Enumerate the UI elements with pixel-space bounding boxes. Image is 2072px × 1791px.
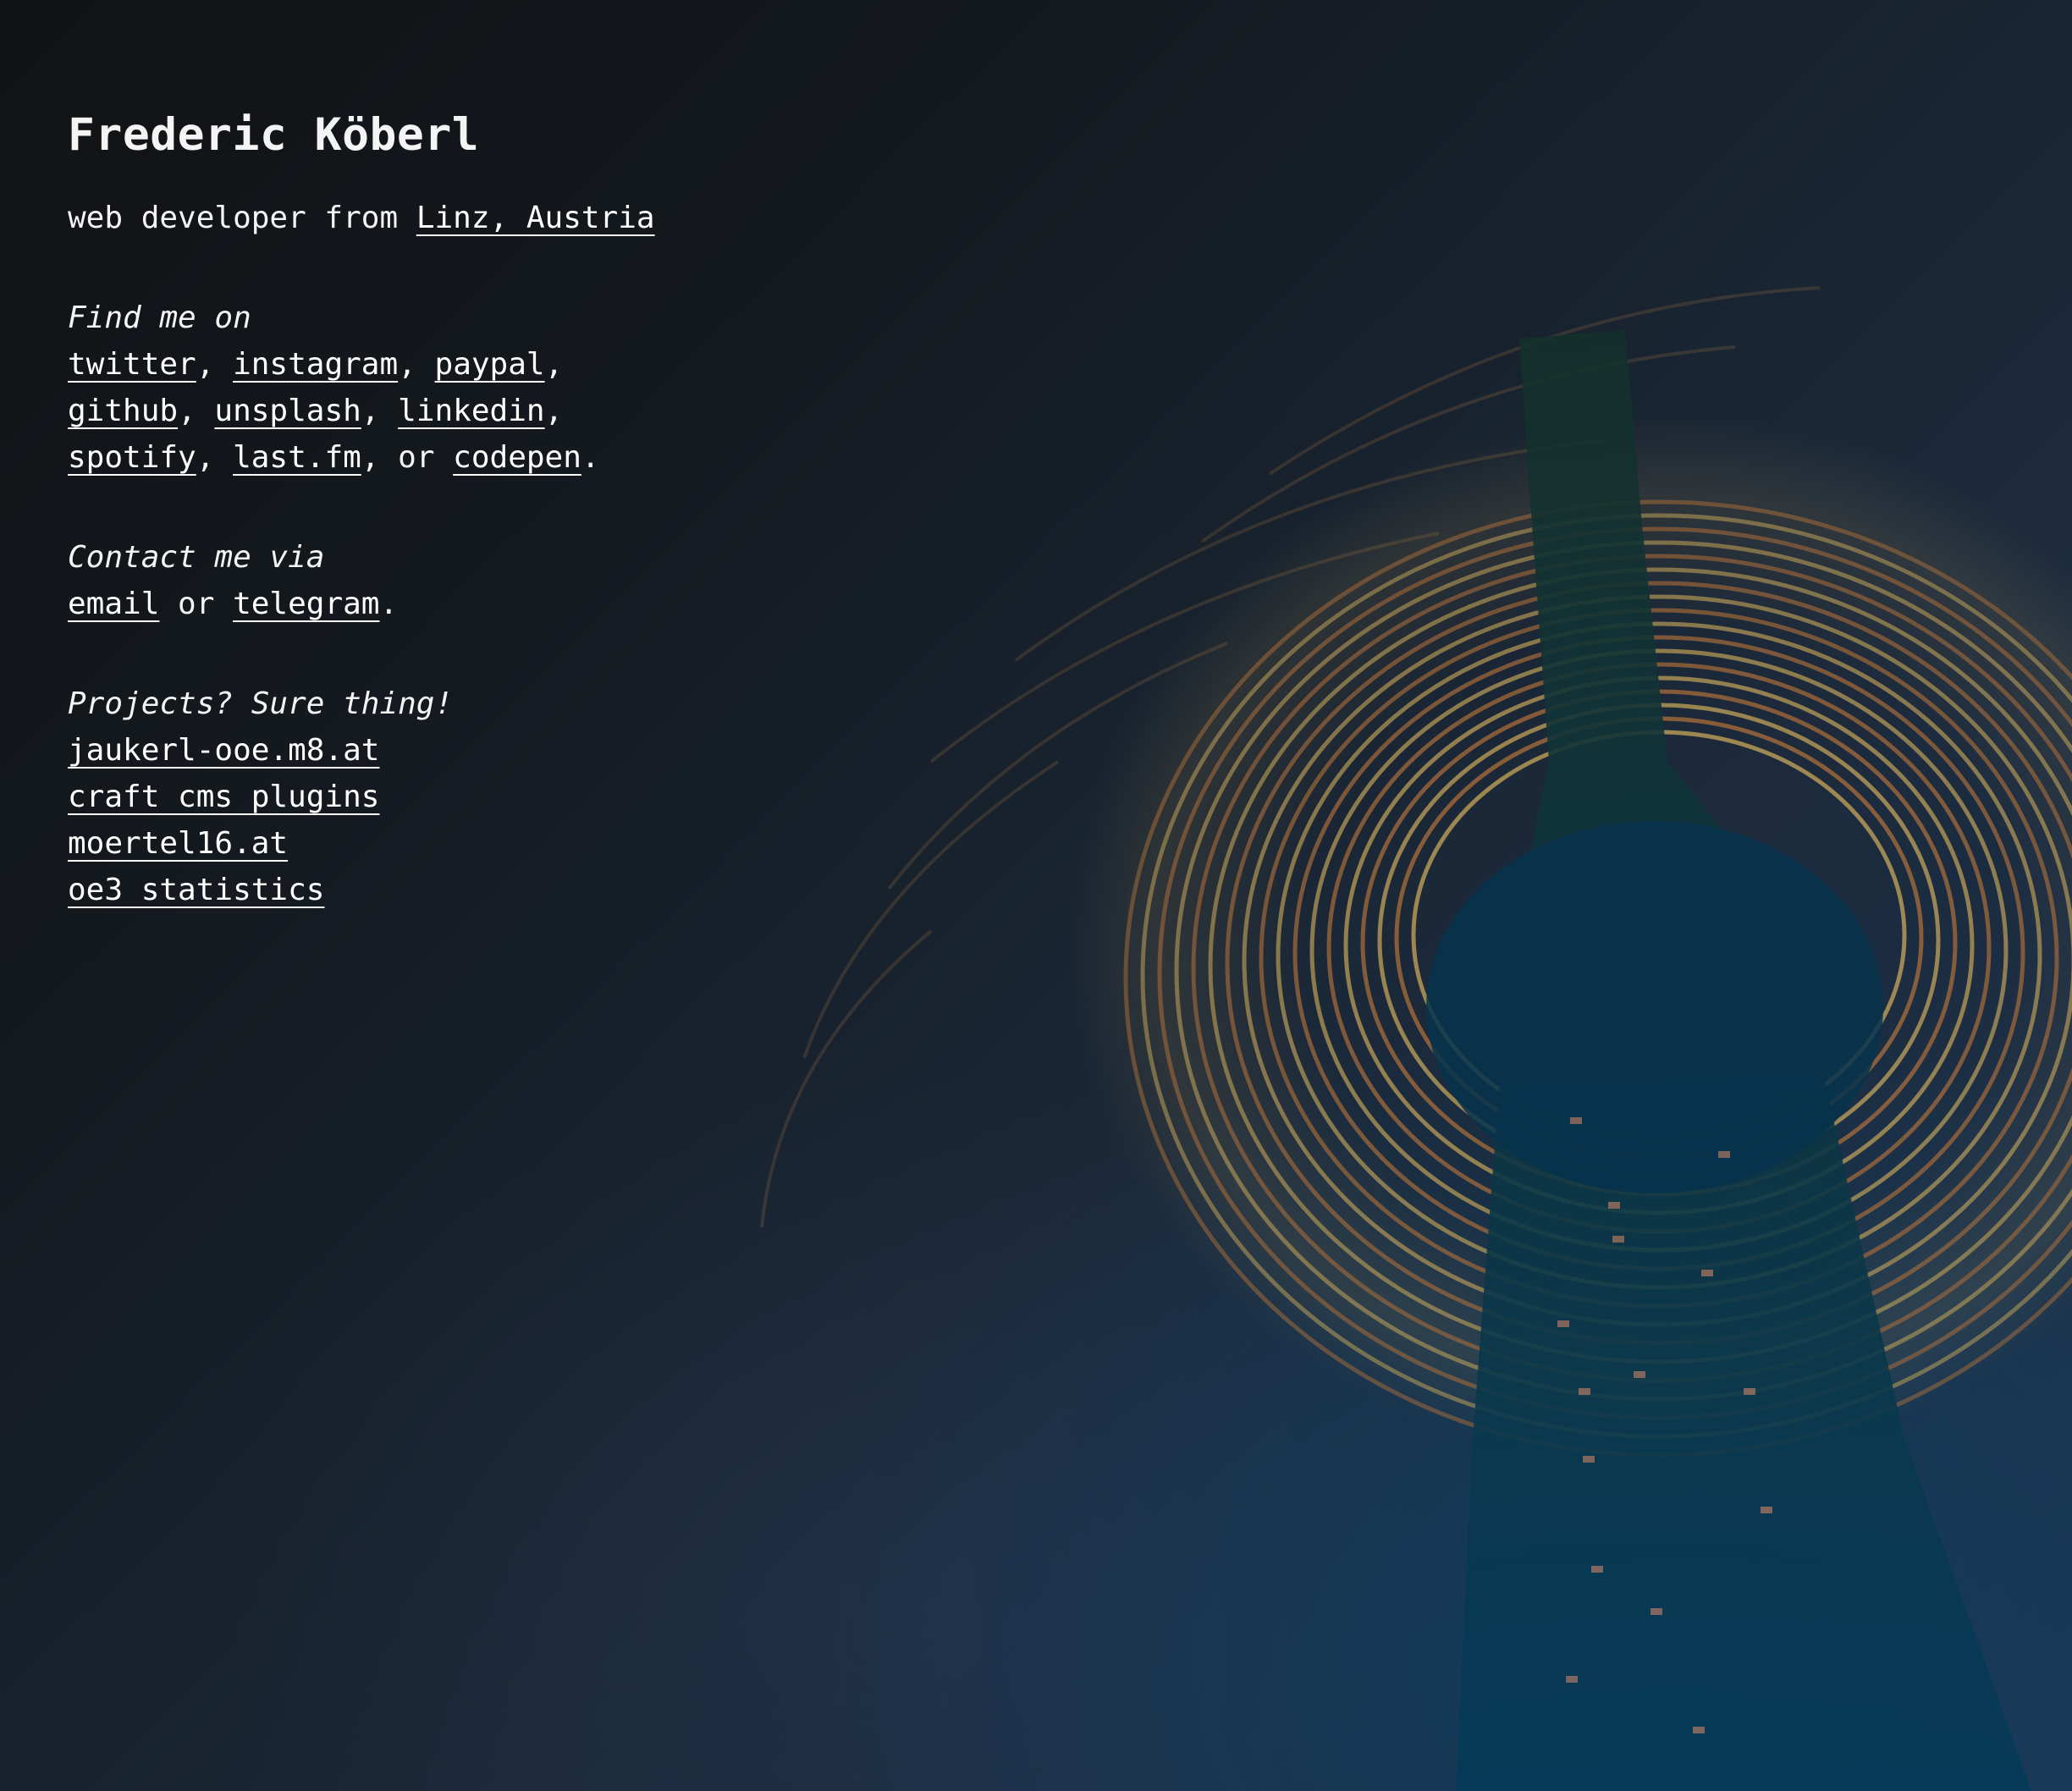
email-link[interactable]: email (68, 587, 159, 621)
paypal-link[interactable]: paypal (435, 347, 545, 382)
page: Frederic Köberl web developer from Linz,… (0, 0, 2072, 1791)
contact-heading: Contact me via (68, 540, 325, 575)
lastfm-link[interactable]: last.fm (233, 440, 361, 475)
tower-light (1761, 1507, 1772, 1513)
tower-light (1744, 1388, 1755, 1395)
tower-light (1608, 1202, 1620, 1209)
github-link[interactable]: github (68, 394, 178, 428)
tower-light (1693, 1727, 1705, 1733)
tower-light (1579, 1388, 1590, 1395)
tower-light (1591, 1566, 1603, 1573)
unsplash-link[interactable]: unsplash (214, 394, 361, 428)
social-heading: Find me on (68, 300, 251, 335)
project-link-jaukerl[interactable]: jaukerl-ooe.m8.at (68, 733, 379, 768)
linkedin-link[interactable]: linkedin (398, 394, 544, 428)
tower-light (1612, 1236, 1624, 1243)
contact-section: Contact me via email or telegram. (68, 534, 829, 627)
main-content: Frederic Köberl web developer from Linz,… (68, 85, 829, 913)
tower-light (1634, 1371, 1645, 1378)
tower-light (1566, 1676, 1578, 1683)
project-link-craft-cms-plugins[interactable]: craft cms plugins (68, 780, 379, 814)
tower-light (1557, 1320, 1569, 1327)
spotify-link[interactable]: spotify (68, 440, 196, 475)
social-section: Find me on twitter, instagram, paypal, g… (68, 295, 829, 481)
social-links-line-2: github, unsplash, linkedin, (68, 394, 564, 428)
contact-links: email or telegram. (68, 587, 399, 621)
tower-light (1650, 1608, 1662, 1615)
codepen-link[interactable]: codepen (453, 440, 581, 475)
instagram-link[interactable]: instagram (233, 347, 398, 382)
tower-light (1701, 1270, 1713, 1276)
tower-light (1583, 1456, 1595, 1463)
tower-light (1718, 1151, 1730, 1158)
project-link-oe3-statistics[interactable]: oe3 statistics (68, 873, 324, 907)
projects-heading: Projects? Sure thing! (68, 686, 454, 721)
tagline-prefix: web developer from (68, 201, 416, 235)
twitter-link[interactable]: twitter (68, 347, 196, 382)
social-links-line-3: spotify, last.fm, or codepen. (68, 440, 600, 475)
tower-light (1570, 1117, 1582, 1124)
tagline: web developer from Linz, Austria (68, 195, 829, 241)
projects-section: Projects? Sure thing! jaukerl-ooe.m8.at … (68, 681, 829, 913)
social-links-line-1: twitter, instagram, paypal, (68, 347, 564, 382)
page-title: Frederic Köberl (68, 109, 480, 161)
location-link[interactable]: Linz, Austria (416, 201, 655, 235)
telegram-link[interactable]: telegram (233, 587, 379, 621)
project-link-moertel16[interactable]: moertel16.at (68, 826, 288, 861)
